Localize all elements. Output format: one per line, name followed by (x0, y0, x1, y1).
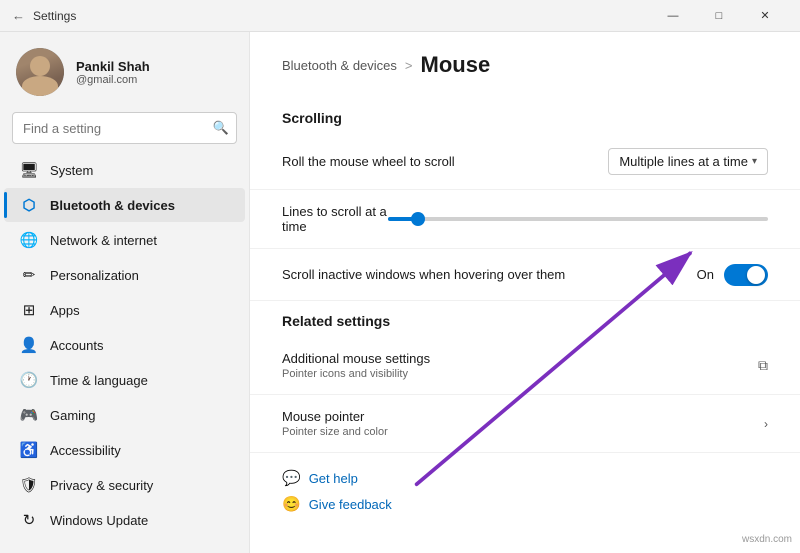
content-wrapper: Bluetooth & devices > Mouse Scrolling Ro… (250, 32, 800, 553)
main-content: Bluetooth & devices > Mouse Scrolling Ro… (250, 32, 800, 553)
search-input[interactable] (12, 112, 237, 144)
content-header: Bluetooth & devices > Mouse (250, 32, 800, 98)
mouse-pointer-sub: Pointer size and color (282, 426, 388, 438)
sidebar-nav: 🖥 System ⬡ Bluetooth & devices 🌐 Network… (0, 152, 249, 538)
additional-mouse-sub: Pointer icons and visibility (282, 368, 430, 380)
sidebar-item-accounts[interactable]: 👤 Accounts (4, 328, 245, 362)
personalization-icon: ✏ (20, 266, 38, 284)
additional-mouse-label: Additional mouse settings (282, 351, 430, 366)
setting-row-scroll-wheel: Roll the mouse wheel to scroll Multiple … (250, 134, 800, 190)
title-bar-controls: — □ ✕ (650, 0, 788, 32)
slider-track (388, 217, 768, 221)
sidebar-item-update[interactable]: ↻ Windows Update (4, 503, 245, 537)
sidebar-label-accounts: Accounts (50, 338, 103, 353)
system-icon: 🖥 (20, 161, 38, 179)
avatar (16, 48, 64, 96)
sidebar-label-privacy: Privacy & security (50, 478, 153, 493)
breadcrumb-parent[interactable]: Bluetooth & devices (282, 58, 397, 73)
sidebar-label-apps: Apps (50, 303, 80, 318)
footer-links: 💬 Get help 😊 Give feedback (250, 453, 800, 529)
title-bar-left: ← Settings (12, 8, 76, 23)
scroll-wheel-value: Multiple lines at a time (619, 154, 748, 169)
sidebar-item-personalization[interactable]: ✏ Personalization (4, 258, 245, 292)
scroll-lines-label: Lines to scroll at a time (282, 204, 388, 234)
get-help-icon: 💬 (282, 469, 301, 487)
maximize-button[interactable]: □ (696, 0, 742, 32)
related-row-mouse-pointer[interactable]: Mouse pointer Pointer size and color › (250, 395, 800, 453)
privacy-icon: 🛡 (20, 476, 38, 494)
update-icon: ↻ (20, 511, 38, 529)
sidebar-item-bluetooth[interactable]: ⬡ Bluetooth & devices (4, 188, 245, 222)
scroll-wheel-control: Multiple lines at a time ▾ (608, 148, 768, 175)
watermark: wsxdn.com (742, 534, 792, 545)
title-bar: ← Settings — □ ✕ (0, 0, 800, 32)
get-help-link[interactable]: 💬 Get help (282, 469, 768, 487)
network-icon: 🌐 (20, 231, 38, 249)
mouse-pointer-info: Mouse pointer Pointer size and color (282, 409, 388, 438)
give-feedback-label: Give feedback (309, 497, 392, 512)
give-feedback-icon: 😊 (282, 495, 301, 513)
sidebar-label-accessibility: Accessibility (50, 443, 121, 458)
scroll-wheel-label: Roll the mouse wheel to scroll (282, 154, 455, 169)
related-link-info: Additional mouse settings Pointer icons … (282, 351, 430, 380)
sidebar-label-update: Windows Update (50, 513, 148, 528)
sidebar-label-gaming: Gaming (50, 408, 96, 423)
sidebar-item-apps[interactable]: ⊞ Apps (4, 293, 245, 327)
scroll-wheel-dropdown[interactable]: Multiple lines at a time ▾ (608, 148, 768, 175)
sidebar: Pankil Shah @gmail.com 🔍 🖥 System ⬡ Blue… (0, 32, 250, 553)
dropdown-arrow-icon: ▾ (752, 156, 757, 167)
scroll-lines-control (388, 217, 768, 221)
minimize-button[interactable]: — (650, 0, 696, 32)
user-email: @gmail.com (76, 74, 150, 86)
title-text: Settings (33, 9, 76, 23)
get-help-label: Get help (309, 471, 358, 486)
section-related-title: Related settings (250, 301, 800, 337)
user-profile[interactable]: Pankil Shah @gmail.com (0, 32, 249, 108)
toggle-on-label: On (697, 267, 714, 282)
sidebar-item-time[interactable]: 🕐 Time & language (4, 363, 245, 397)
back-icon[interactable]: ← (12, 8, 25, 23)
scroll-inactive-toggle[interactable] (724, 264, 768, 286)
mouse-pointer-label: Mouse pointer (282, 409, 388, 424)
sidebar-item-network[interactable]: 🌐 Network & internet (4, 223, 245, 257)
app-body: Pankil Shah @gmail.com 🔍 🖥 System ⬡ Blue… (0, 32, 800, 553)
gaming-icon: 🎮 (20, 406, 38, 424)
close-button[interactable]: ✕ (742, 0, 788, 32)
sidebar-item-gaming[interactable]: 🎮 Gaming (4, 398, 245, 432)
sidebar-item-accessibility[interactable]: ♿ Accessibility (4, 433, 245, 467)
scroll-inactive-label: Scroll inactive windows when hovering ov… (282, 267, 565, 282)
bluetooth-icon: ⬡ (20, 196, 38, 214)
sidebar-label-system: System (50, 163, 93, 178)
accounts-icon: 👤 (20, 336, 38, 354)
accessibility-icon: ♿ (20, 441, 38, 459)
setting-row-scroll-inactive: Scroll inactive windows when hovering ov… (250, 249, 800, 301)
related-row-additional-mouse[interactable]: Additional mouse settings Pointer icons … (250, 337, 800, 395)
time-icon: 🕐 (20, 371, 38, 389)
setting-row-scroll-lines: Lines to scroll at a time (250, 190, 800, 249)
external-link-icon: ⧉ (758, 357, 768, 374)
apps-icon: ⊞ (20, 301, 38, 319)
user-name: Pankil Shah (76, 59, 150, 74)
slider-thumb[interactable] (411, 212, 425, 226)
breadcrumb: Bluetooth & devices > Mouse (282, 52, 768, 78)
sidebar-label-personalization: Personalization (50, 268, 139, 283)
user-info: Pankil Shah @gmail.com (76, 59, 150, 86)
sidebar-item-privacy[interactable]: 🛡 Privacy & security (4, 468, 245, 502)
chevron-right-icon: › (764, 417, 768, 431)
sidebar-label-network: Network & internet (50, 233, 157, 248)
scroll-inactive-control: On (697, 264, 768, 286)
sidebar-label-bluetooth: Bluetooth & devices (50, 198, 175, 213)
search-box: 🔍 (12, 112, 237, 144)
toggle-knob (747, 266, 765, 284)
sidebar-label-time: Time & language (50, 373, 148, 388)
give-feedback-link[interactable]: 😊 Give feedback (282, 495, 768, 513)
breadcrumb-sep: > (405, 58, 413, 73)
breadcrumb-current: Mouse (421, 52, 491, 78)
section-scrolling-title: Scrolling (250, 98, 800, 134)
sidebar-item-system[interactable]: 🖥 System (4, 153, 245, 187)
